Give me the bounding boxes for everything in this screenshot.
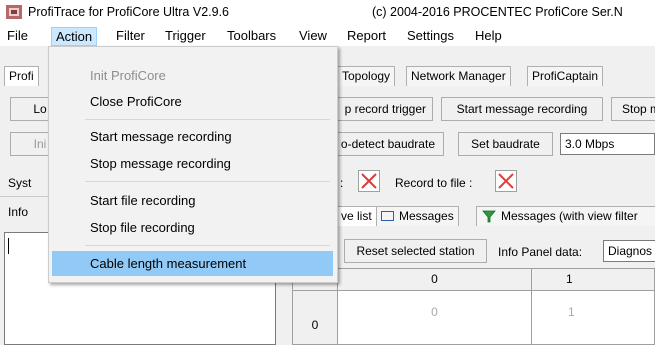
menu-item-close-proficore[interactable]: Close ProfiCore	[52, 91, 333, 113]
record-to-file-label: Record to file :	[395, 176, 473, 190]
menu-separator	[85, 245, 330, 246]
tab-proficaptain[interactable]: ProfiCaptain	[527, 66, 604, 86]
menu-item-cable-length-measurement[interactable]: Cable length measurement	[52, 251, 333, 276]
menu-item-init-proficore[interactable]: Init ProfiCore	[52, 65, 333, 87]
grid-row-header: 0	[293, 291, 338, 345]
tab-messages-view-filter[interactable]: Messages (with view filter	[476, 206, 655, 226]
stop-record-trigger-button[interactable]: p record trigger	[322, 97, 433, 121]
window-title: ProfiTrace for ProfiCore Ultra V2.9.6	[28, 5, 229, 19]
menu-report[interactable]: Report	[343, 27, 390, 46]
tab-messages[interactable]: Messages	[376, 206, 459, 226]
record-label: :	[340, 176, 344, 190]
tab-messages-view-filter-label: Messages (with view filter	[501, 209, 638, 223]
x-mark-icon	[361, 173, 377, 189]
filter-icon	[482, 209, 496, 228]
reset-selected-station-button[interactable]: Reset selected station	[344, 239, 487, 263]
menu-view[interactable]: View	[295, 27, 331, 46]
set-baudrate-button[interactable]: Set baudrate	[458, 132, 553, 156]
grid-cell[interactable]: 0	[338, 291, 532, 345]
menu-file[interactable]: File	[3, 27, 32, 46]
menu-trigger[interactable]: Trigger	[161, 27, 210, 46]
menu-filter[interactable]: Filter	[112, 27, 149, 46]
menu-item-stop-file-recording[interactable]: Stop file recording	[52, 217, 333, 239]
tab-profi[interactable]: Profi	[4, 66, 39, 86]
info-panel-label: Info Panel data:	[498, 245, 583, 259]
menu-action[interactable]: Action	[51, 27, 98, 46]
menu-separator	[85, 181, 330, 182]
menu-item-start-message-recording[interactable]: Start message recording	[52, 126, 333, 148]
record-to-file-toggle[interactable]	[495, 170, 517, 192]
x-mark-icon	[498, 173, 514, 189]
text-cursor	[8, 238, 9, 254]
tab-messages-label: Messages	[399, 209, 454, 223]
window-title-copyright: (c) 2004-2016 PROCENTEC ProfiCore Ser.N	[372, 5, 623, 19]
menu-settings[interactable]: Settings	[403, 27, 458, 46]
menu-item-start-file-recording[interactable]: Start file recording	[52, 190, 333, 212]
start-message-recording-button[interactable]: Start message recording	[441, 97, 603, 121]
tab-network-manager[interactable]: Network Manager	[406, 66, 511, 86]
record-toggle[interactable]	[358, 170, 380, 192]
baudrate-select[interactable]: 3.0 Mbps	[560, 133, 655, 155]
system-label: Syst	[8, 176, 32, 190]
stop-message-recording-button[interactable]: Stop m	[611, 97, 655, 121]
grid-column-header: 1	[532, 269, 655, 291]
menu-item-stop-message-recording[interactable]: Stop message recording	[52, 153, 333, 175]
info-panel-select[interactable]: Diagnos	[603, 240, 655, 262]
tab-topology[interactable]: Topology	[338, 66, 396, 86]
app-icon	[6, 5, 22, 19]
menu-help[interactable]: Help	[471, 27, 506, 46]
menu-separator	[85, 119, 330, 120]
grid-cell[interactable]: 1	[532, 291, 655, 345]
info-label: Info	[8, 205, 29, 219]
messages-icon	[381, 211, 394, 221]
grid-column-header: 0	[338, 269, 532, 291]
action-menu-dropdown: Init ProfiCore Close ProfiCore Start mes…	[48, 46, 338, 283]
auto-detect-baudrate-button[interactable]: o-detect baudrate	[322, 132, 444, 156]
menu-toolbars[interactable]: Toolbars	[223, 27, 280, 46]
